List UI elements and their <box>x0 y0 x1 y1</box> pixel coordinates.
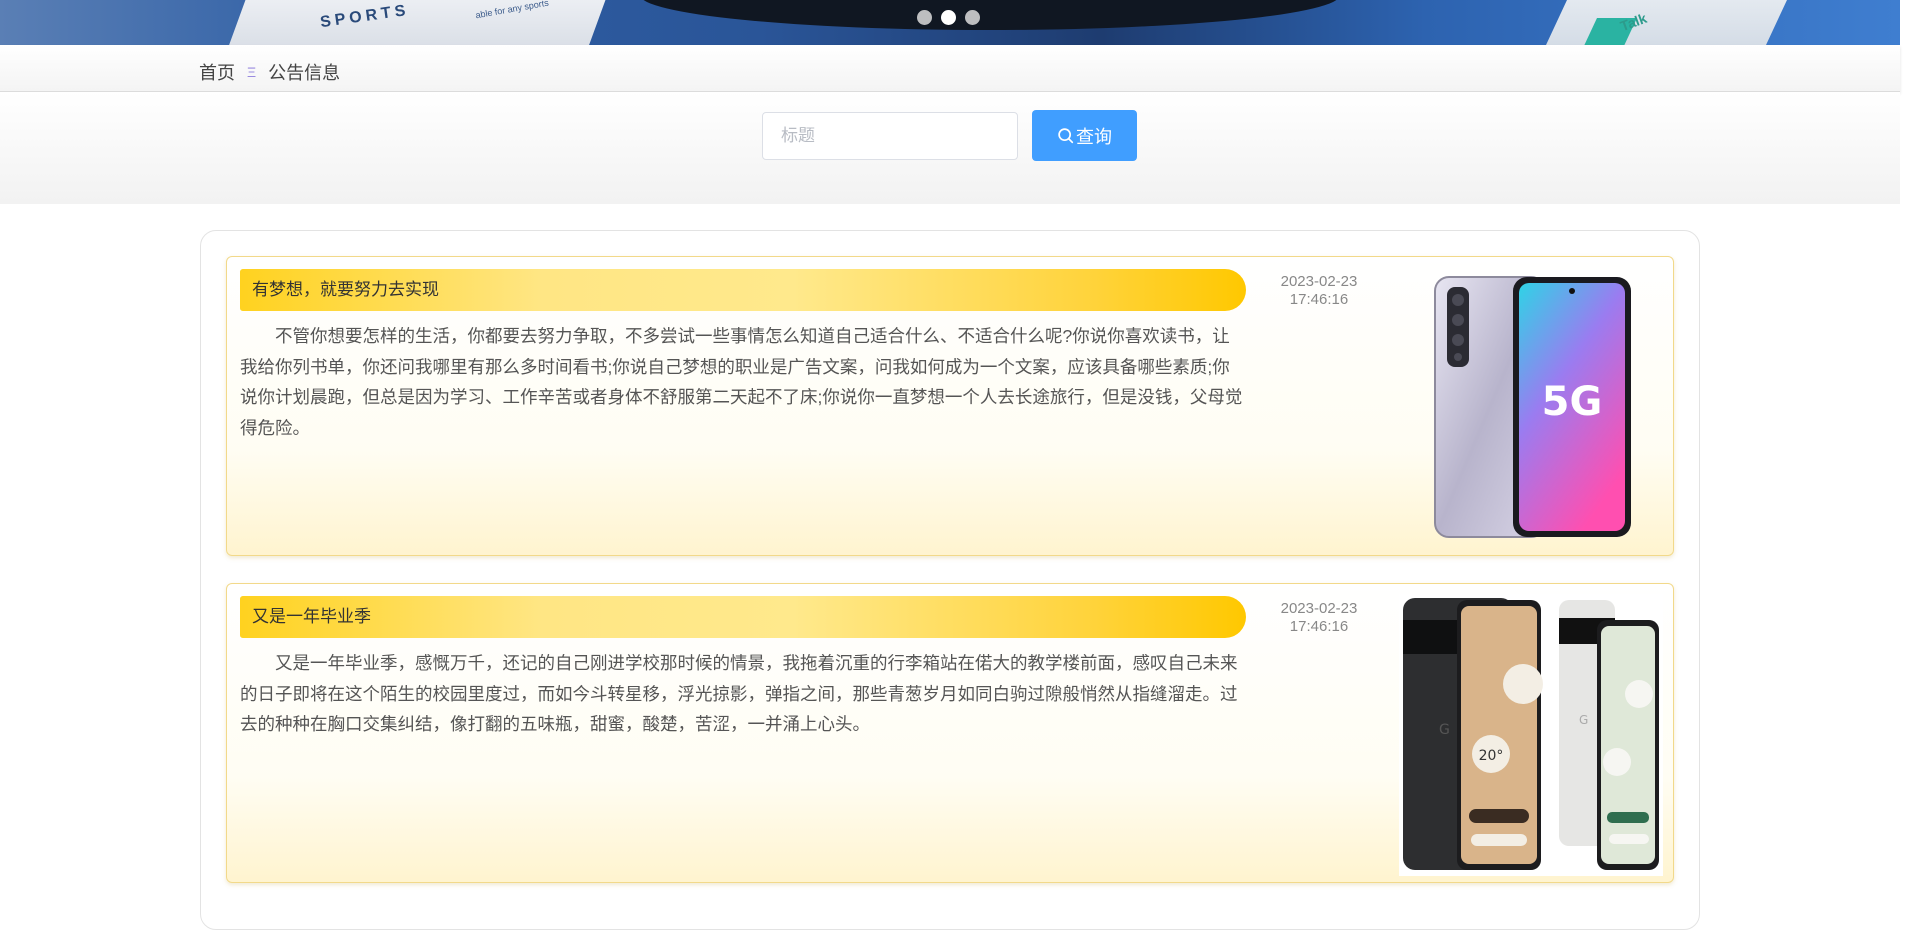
notice-date: 2023-02-23 <box>1280 600 1358 617</box>
notice-time: 17:46:16 <box>1289 618 1349 635</box>
breadcrumb: 首页 Ξ 公告信息 <box>199 59 340 85</box>
query-button-label: 查询 <box>1076 126 1112 147</box>
notice-datetime: 2023-02-23 17:46:16 <box>1269 273 1369 309</box>
notice-time: 17:46:16 <box>1289 291 1349 308</box>
notice-item[interactable]: 又是一年毕业季 又是一年毕业季，感慨万千，还记的自己刚进学校那时候的情景，我拖着… <box>226 583 1674 883</box>
phone-5g-text: 5G <box>1542 379 1603 425</box>
banner-right-card <box>1539 0 1801 45</box>
notice-item[interactable]: 有梦想，就要努力去实现 不管你想要怎样的生活，你都要去努力争取，不多尝试一些事情… <box>226 256 1674 556</box>
carousel-dot-2[interactable] <box>941 10 956 25</box>
breadcrumb-home[interactable]: 首页 <box>199 59 235 85</box>
notice-content: 又是一年毕业季，感慨万千，还记的自己刚进学校那时候的情景，我拖着沉重的行李箱站在… <box>240 653 1238 734</box>
search-area: 查询 <box>0 92 1900 204</box>
banner-card-shape <box>227 0 613 45</box>
svg-text:G: G <box>1439 722 1450 738</box>
banner-carousel[interactable]: SPORTS able for any sports Talk <box>0 0 1900 45</box>
search-icon <box>1058 128 1074 144</box>
notice-title[interactable]: 又是一年毕业季 <box>240 596 1246 638</box>
carousel-indicators <box>917 10 980 25</box>
notice-datetime: 2023-02-23 17:46:16 <box>1269 600 1369 636</box>
notice-content: 不管你想要怎样的生活，你都要去努力争取，不多尝试一些事情怎么知道自己适合什么、不… <box>240 326 1243 438</box>
title-search-input[interactable] <box>762 112 1018 160</box>
notice-date: 2023-02-23 <box>1280 273 1358 290</box>
query-button[interactable]: 查询 <box>1032 110 1137 161</box>
breadcrumb-separator-icon: Ξ <box>247 64 257 80</box>
phone-5g-image[interactable]: 5G <box>1433 275 1633 539</box>
weather-text: 20° <box>1479 748 1504 764</box>
breadcrumb-current: 公告信息 <box>268 63 341 83</box>
svg-text:G: G <box>1579 713 1588 727</box>
carousel-dot-1[interactable] <box>917 10 932 25</box>
notice-title[interactable]: 有梦想，就要努力去实现 <box>240 269 1246 311</box>
notice-list: 有梦想，就要努力去实现 不管你想要怎样的生活，你都要去努力争取，不多尝试一些事情… <box>200 230 1700 930</box>
breadcrumb-bar: 首页 Ξ 公告信息 <box>0 45 1900 92</box>
banner-dark-shape <box>640 0 1340 30</box>
pixel-phones-image[interactable]: G 20° G <box>1399 594 1663 876</box>
carousel-dot-3[interactable] <box>965 10 980 25</box>
